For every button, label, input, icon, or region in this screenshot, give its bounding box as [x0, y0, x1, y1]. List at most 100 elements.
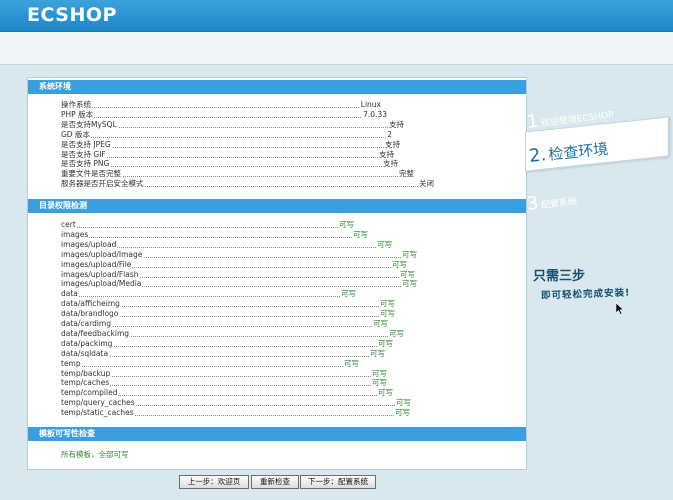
dir-row: temp/backup 可写 — [61, 368, 387, 379]
dir-label: data/feedbackimg — [61, 328, 131, 339]
dotted-leader — [61, 140, 400, 148]
env-value: 支持 — [388, 119, 404, 130]
template-status-note: 所有模板，全部可写 — [61, 450, 129, 459]
env-label: 是否支持MySQL — [61, 119, 118, 130]
env-value: 关闭 — [418, 179, 434, 190]
env-row: 重要文件是否完整 完整 — [61, 169, 414, 180]
env-value: Linux — [359, 100, 381, 110]
env-label: 操作系统 — [61, 100, 92, 110]
dir-value: 可写 — [401, 279, 417, 290]
dotted-leader — [61, 359, 359, 367]
env-value: 支持 — [384, 139, 400, 150]
sub-header-bar — [0, 32, 673, 65]
next-step-button[interactable]: 下一步：配置系统 — [300, 475, 376, 489]
dotted-leader — [61, 159, 398, 168]
dir-value: 可写 — [340, 289, 356, 300]
dir-row: data/cardimg 可写 — [61, 319, 388, 329]
env-row: 服务器是否开启安全模式 关闭 — [61, 179, 434, 190]
dir-row: temp/caches 可写 — [61, 378, 387, 389]
dir-value: 可写 — [377, 338, 393, 349]
env-row: 是否支持 JPEG 支持 — [61, 139, 400, 150]
dir-row: images/upload/Media 可写 — [61, 279, 417, 290]
env-value: 支持 — [382, 159, 398, 170]
top-header-bar: ECSHOP — [0, 0, 673, 32]
dir-label: data/brandlogo — [61, 309, 120, 320]
dir-row: temp/query_caches 可写 — [61, 398, 411, 409]
dir-row: data 可写 — [61, 289, 356, 300]
dir-value: 可写 — [388, 328, 404, 339]
check-panel: 系统环境 操作系统 Linux PHP 版本 7.0.33 是否支持MySQL 支持 GD … — [27, 77, 527, 470]
dir-row: images/upload/File 可写 — [61, 259, 407, 270]
dir-label: images/upload/Flash — [61, 269, 140, 280]
dotted-leader — [61, 150, 394, 158]
env-label: GD 版本 — [61, 129, 91, 140]
mouse-cursor-icon — [616, 303, 624, 315]
dir-label: temp/query_caches — [61, 398, 136, 409]
dir-row: data/brandlogo 可写 — [61, 309, 395, 320]
dir-label: temp/caches — [61, 378, 111, 389]
dir-value: 可写 — [352, 229, 368, 240]
dir-value: 可写 — [376, 239, 392, 250]
dir-label: data/cardimg — [61, 319, 113, 329]
dir-label: images/upload/File — [61, 259, 133, 270]
dir-row: data/afficheimg 可写 — [61, 299, 395, 310]
dir-row: images/upload 可写 — [61, 239, 392, 250]
dir-row: temp/compiled 可写 — [61, 388, 393, 399]
dir-value: 可写 — [395, 398, 411, 409]
section-header-templates: 模板可写性检查 — [28, 427, 526, 441]
env-row: PHP 版本 7.0.33 — [61, 109, 387, 120]
step-3: 3 配置系统 — [526, 188, 578, 215]
dotted-leader — [61, 220, 354, 228]
dir-label: cert — [61, 220, 77, 230]
env-row: 是否支持 PNG 支持 — [61, 159, 398, 170]
dir-row: images/upload/Image 可写 — [61, 249, 417, 260]
install-steps: 1 欢迎使用ECSHOP 2. 检查环境 3 配置系统 — [525, 90, 673, 230]
dotted-leader — [61, 110, 387, 118]
env-value: 完整 — [398, 169, 414, 180]
dir-value: 可写 — [379, 299, 395, 310]
dir-label: images/upload/Image — [61, 249, 144, 260]
dir-label: data — [61, 289, 79, 300]
dir-label: temp/backup — [61, 368, 112, 379]
dir-label: images/upload — [61, 239, 118, 250]
step-3-label: 配置系统 — [540, 196, 578, 212]
dir-value: 可写 — [343, 358, 359, 369]
dir-label: images — [61, 229, 90, 240]
env-label: 是否支持 GIF — [61, 149, 107, 160]
dir-value: 可写 — [372, 319, 388, 329]
dir-row: images 可写 — [61, 229, 368, 240]
promo-title: 只需三步 — [533, 269, 586, 284]
dir-label: data/sqldata — [61, 348, 110, 359]
dir-row: temp/static_caches 可写 — [61, 408, 410, 419]
dir-row: temp 可写 — [61, 358, 359, 369]
env-row: 是否支持MySQL 支持 — [61, 119, 404, 130]
dir-value: 可写 — [394, 408, 410, 419]
dir-row: data/packimg 可写 — [61, 338, 393, 349]
dir-label: temp — [61, 358, 82, 369]
promo-subtitle: 即可轻松完成安装! — [540, 287, 631, 302]
env-label: PHP 版本 — [61, 109, 95, 120]
dotted-leader — [61, 230, 368, 238]
env-value: 7.0.33 — [362, 109, 387, 120]
dotted-leader — [61, 349, 385, 357]
env-row: 操作系统 Linux — [61, 100, 381, 110]
dir-label: data/afficheimg — [61, 299, 121, 310]
env-row: GD 版本 2 — [61, 129, 392, 140]
env-row: 是否支持 GIF 支持 — [61, 149, 394, 160]
dir-value: 可写 — [371, 378, 387, 389]
env-label: 是否支持 JPEG — [61, 139, 112, 150]
dir-label: images/upload/Media — [61, 279, 143, 290]
prev-step-button[interactable]: 上一步：欢迎页 — [179, 475, 249, 489]
section-header-env: 系统环境 — [28, 80, 526, 94]
dotted-leader — [61, 130, 392, 138]
dir-value: 可写 — [377, 388, 393, 399]
recheck-button[interactable]: 重新检查 — [251, 475, 299, 489]
dir-label: data/packimg — [61, 338, 114, 349]
dir-label: temp/compiled — [61, 388, 119, 399]
env-label: 服务器是否开启安全模式 — [61, 179, 145, 190]
dir-row: data/sqldata 可写 — [61, 348, 385, 359]
dir-value: 可写 — [391, 259, 407, 270]
env-label: 重要文件是否完整 — [61, 169, 122, 180]
dir-value: 可写 — [369, 348, 385, 359]
section-header-dirs: 目录权限检测 — [28, 199, 526, 213]
